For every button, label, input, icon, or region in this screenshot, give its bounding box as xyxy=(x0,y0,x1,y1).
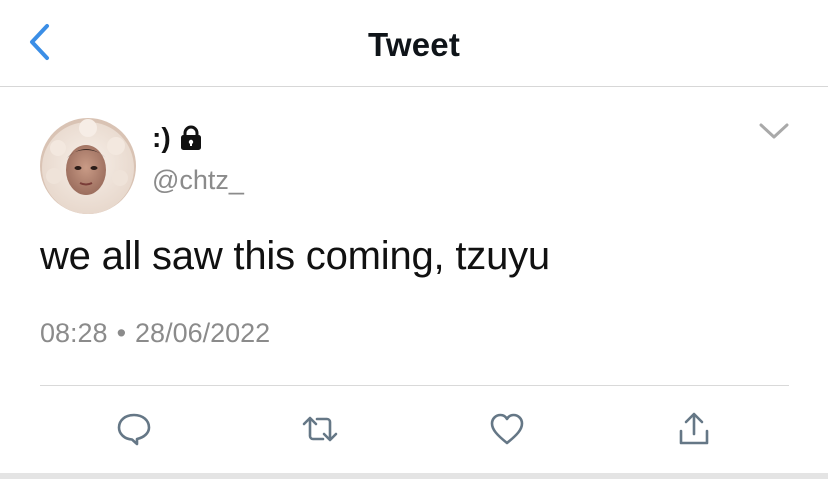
display-name[interactable]: :) xyxy=(152,122,171,154)
heart-icon xyxy=(489,412,525,451)
lock-icon xyxy=(179,125,203,151)
reply-button[interactable] xyxy=(114,411,154,451)
section-divider xyxy=(0,473,828,479)
divider xyxy=(40,385,789,386)
tweet-date: 28/06/2022 xyxy=(135,318,271,348)
retweet-button[interactable] xyxy=(300,411,340,451)
like-button[interactable] xyxy=(487,411,527,451)
retweet-icon xyxy=(301,412,339,451)
tweet-menu-button[interactable] xyxy=(756,118,792,148)
reply-icon xyxy=(116,411,152,452)
top-nav-bar: Tweet xyxy=(0,0,828,87)
tweet-timestamp: 08:28 • 28/06/2022 xyxy=(40,318,270,349)
share-button[interactable] xyxy=(674,411,714,451)
tweet-text: we all saw this coming, tzuyu xyxy=(40,234,550,278)
tweet-time: 08:28 xyxy=(40,318,108,348)
chevron-down-icon xyxy=(758,122,790,145)
author-name-row: :) xyxy=(152,120,203,156)
avatar[interactable] xyxy=(40,118,136,214)
timestamp-separator: • xyxy=(116,318,127,348)
author-handle[interactable]: @chtz_ xyxy=(152,165,244,196)
tweet-actions xyxy=(0,405,828,455)
page-title: Tweet xyxy=(367,26,461,63)
share-icon xyxy=(677,411,711,452)
